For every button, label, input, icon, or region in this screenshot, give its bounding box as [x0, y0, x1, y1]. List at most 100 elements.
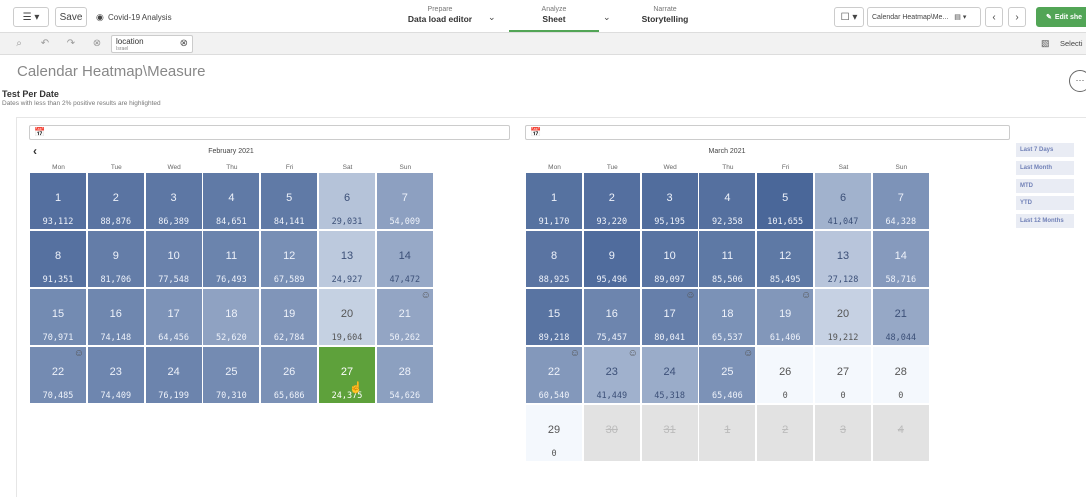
calendar-day-cell[interactable]: 20 19,604 — [319, 289, 375, 345]
calendar-day-cell[interactable]: 17 64,456 — [145, 289, 202, 345]
calendar-day-cell[interactable]: 7 54,009 — [376, 173, 433, 229]
calendar-day-cell[interactable]: 31 — [641, 405, 698, 461]
calendar-day-cell[interactable]: 24 76,199 — [145, 347, 202, 403]
calendar-day-cell[interactable]: 22 60,540 ☺ — [526, 347, 582, 403]
calendar-day-cell[interactable]: 27 24,375 ☝ — [319, 347, 375, 403]
range-ytd[interactable]: YTD — [1016, 196, 1074, 210]
calendar-day-cell[interactable]: 10 77,548 — [145, 231, 202, 287]
bookmark-button[interactable]: ☐ ▾ — [834, 7, 864, 27]
selections-icon[interactable]: ▧ — [1041, 38, 1050, 49]
date-picker-mar[interactable]: 📅 — [525, 125, 1010, 140]
calendar-day-cell[interactable]: 28 0 — [872, 347, 929, 403]
tab-prepare[interactable]: Prepare Data load editor — [395, 6, 485, 24]
calendar-day-cell[interactable]: 11 85,506 — [699, 231, 756, 287]
calendar-day-cell[interactable]: 20 19,212 — [815, 289, 871, 345]
day-number: 28 — [398, 366, 411, 378]
calendar-day-cell[interactable]: 8 91,351 — [30, 231, 86, 287]
chevron-down-icon[interactable]: ⌄ — [488, 12, 496, 23]
sheet-title: Calendar Heatmap\Measure — [17, 63, 206, 80]
calendar-day-cell[interactable]: 11 76,493 — [203, 231, 260, 287]
save-button[interactable]: Save — [55, 7, 87, 27]
tab-analyze[interactable]: Analyze Sheet — [509, 6, 599, 32]
calendar-day-cell[interactable]: 18 52,620 — [203, 289, 260, 345]
next-sheet-button[interactable]: › — [1008, 7, 1026, 27]
step-forward-icon[interactable]: ↷ — [65, 38, 77, 50]
step-back-icon[interactable]: ↶ — [39, 38, 51, 50]
calendar-day-cell[interactable]: 21 50,262 ☺ — [376, 289, 433, 345]
calendar-day-cell[interactable]: 2 88,876 — [87, 173, 144, 229]
calendar-day-cell[interactable]: 1 91,170 — [526, 173, 582, 229]
range-last-7-days[interactable]: Last 7 Days — [1016, 143, 1074, 157]
tab-narrate[interactable]: Narrate Storytelling — [620, 6, 710, 24]
range-last-12-months[interactable]: Last 12 Months — [1016, 214, 1074, 228]
previous-sheet-button[interactable]: ‹ — [985, 7, 1003, 27]
calendar-day-cell[interactable]: 24 45,318 — [641, 347, 698, 403]
clear-all-icon[interactable]: ⊗ — [91, 38, 103, 50]
calendar-day-cell[interactable]: 2 93,220 — [583, 173, 640, 229]
menu-button[interactable]: ☰ ▾ — [13, 7, 49, 27]
calendar-day-cell[interactable]: 6 41,047 — [815, 173, 871, 229]
calendar-day-cell[interactable]: 25 65,406 ☺ — [699, 347, 756, 403]
calendar-day-cell[interactable]: 18 65,537 — [699, 289, 756, 345]
calendar-day-cell[interactable]: 5 101,655 — [757, 173, 814, 229]
calendar-day-cell[interactable]: 10 89,097 — [641, 231, 698, 287]
calendar-day-cell[interactable]: 4 84,651 — [203, 173, 260, 229]
day-number: 3 — [839, 424, 847, 436]
calendar-day-cell[interactable]: 30 — [583, 405, 640, 461]
calendar-day-cell[interactable]: 13 24,927 — [319, 231, 375, 287]
selection-chip[interactable]: location Israel ⊗ — [111, 35, 193, 53]
calendar-day-cell[interactable]: 19 62,784 — [261, 289, 318, 345]
calendar-day-cell[interactable]: 14 58,716 — [872, 231, 929, 287]
calendar-day-cell[interactable]: 5 84,141 — [261, 173, 318, 229]
calendar-day-cell[interactable]: 23 41,449 ☺ — [583, 347, 640, 403]
calendar-day-cell[interactable]: 15 70,971 — [30, 289, 86, 345]
calendar-day-cell[interactable]: 4 92,358 — [699, 173, 756, 229]
calendar-day-cell[interactable]: 26 0 — [757, 347, 814, 403]
close-icon[interactable]: ⊗ — [180, 38, 188, 49]
calendar-day-cell[interactable]: 17 80,041 ☺ — [641, 289, 698, 345]
calendar-day-cell[interactable]: 16 74,148 — [87, 289, 144, 345]
calendar-day-cell[interactable]: 28 54,626 — [376, 347, 433, 403]
calendar-day-cell[interactable]: 4 — [872, 405, 929, 461]
calendar-day-cell[interactable]: 7 64,328 — [872, 173, 929, 229]
calendar-day-cell[interactable]: 29 0 — [526, 405, 582, 461]
calendar-day-cell[interactable]: 6 29,031 — [319, 173, 375, 229]
calendar-day-cell[interactable]: 3 95,195 — [641, 173, 698, 229]
calendar-day-cell[interactable]: 25 70,310 — [203, 347, 260, 403]
calendar-day-cell[interactable]: 1 — [699, 405, 756, 461]
calendar-day-cell[interactable]: 1 93,112 — [30, 173, 86, 229]
calendar-day-cell[interactable]: 21 48,044 — [872, 289, 929, 345]
calendar-day-cell[interactable]: 26 65,686 — [261, 347, 318, 403]
calendar-day-cell[interactable]: 9 95,496 — [583, 231, 640, 287]
calendar-day-cell[interactable]: 22 70,485 ☺ — [30, 347, 86, 403]
calendar-day-cell[interactable]: 8 88,925 — [526, 231, 582, 287]
calendar-day-cell[interactable]: 15 89,218 — [526, 289, 582, 345]
weekday-label: Sat — [838, 164, 849, 171]
calendar-day-cell[interactable]: 2 — [757, 405, 814, 461]
calendar-day-cell[interactable]: 3 — [815, 405, 871, 461]
calendar-day-cell[interactable]: 9 81,706 — [87, 231, 144, 287]
range-last-month[interactable]: Last Month — [1016, 161, 1074, 175]
chevron-down-icon[interactable]: ⌄ — [603, 12, 611, 23]
calendar-day-cell[interactable]: 12 85,495 — [757, 231, 814, 287]
calendar-day-cell[interactable]: 19 61,406 ☺ — [757, 289, 814, 345]
day-number: 3 — [666, 192, 673, 204]
date-picker-feb[interactable]: 📅 — [29, 125, 510, 140]
range-mtd[interactable]: MTD — [1016, 179, 1074, 193]
calendar-day-cell[interactable]: 12 67,589 — [261, 231, 318, 287]
calendar-day-cell[interactable]: 13 27,128 — [815, 231, 871, 287]
calendar-day-cell[interactable]: 14 47,472 — [376, 231, 433, 287]
day-number: 9 — [112, 250, 119, 262]
day-number: 24 — [167, 366, 180, 378]
calendar-day-cell[interactable]: 27 0 — [815, 347, 871, 403]
smart-search-icon[interactable]: ⌕ — [13, 38, 25, 50]
calendar-day-cell[interactable]: 23 74,409 — [87, 347, 144, 403]
day-value: 45,318 — [654, 391, 685, 401]
calendar-day-cell[interactable]: 3 86,389 — [145, 173, 202, 229]
more-options-button[interactable]: ⋯ — [1069, 70, 1086, 92]
selections-tab[interactable]: Selecti — [1060, 39, 1083, 48]
sheet-selector[interactable]: Calendar Heatmap\Me... ▤ ▾ — [867, 7, 981, 27]
day-value: 0 — [898, 391, 904, 401]
edit-sheet-button[interactable]: ✎ Edit she — [1036, 7, 1086, 27]
calendar-day-cell[interactable]: 16 75,457 — [583, 289, 640, 345]
